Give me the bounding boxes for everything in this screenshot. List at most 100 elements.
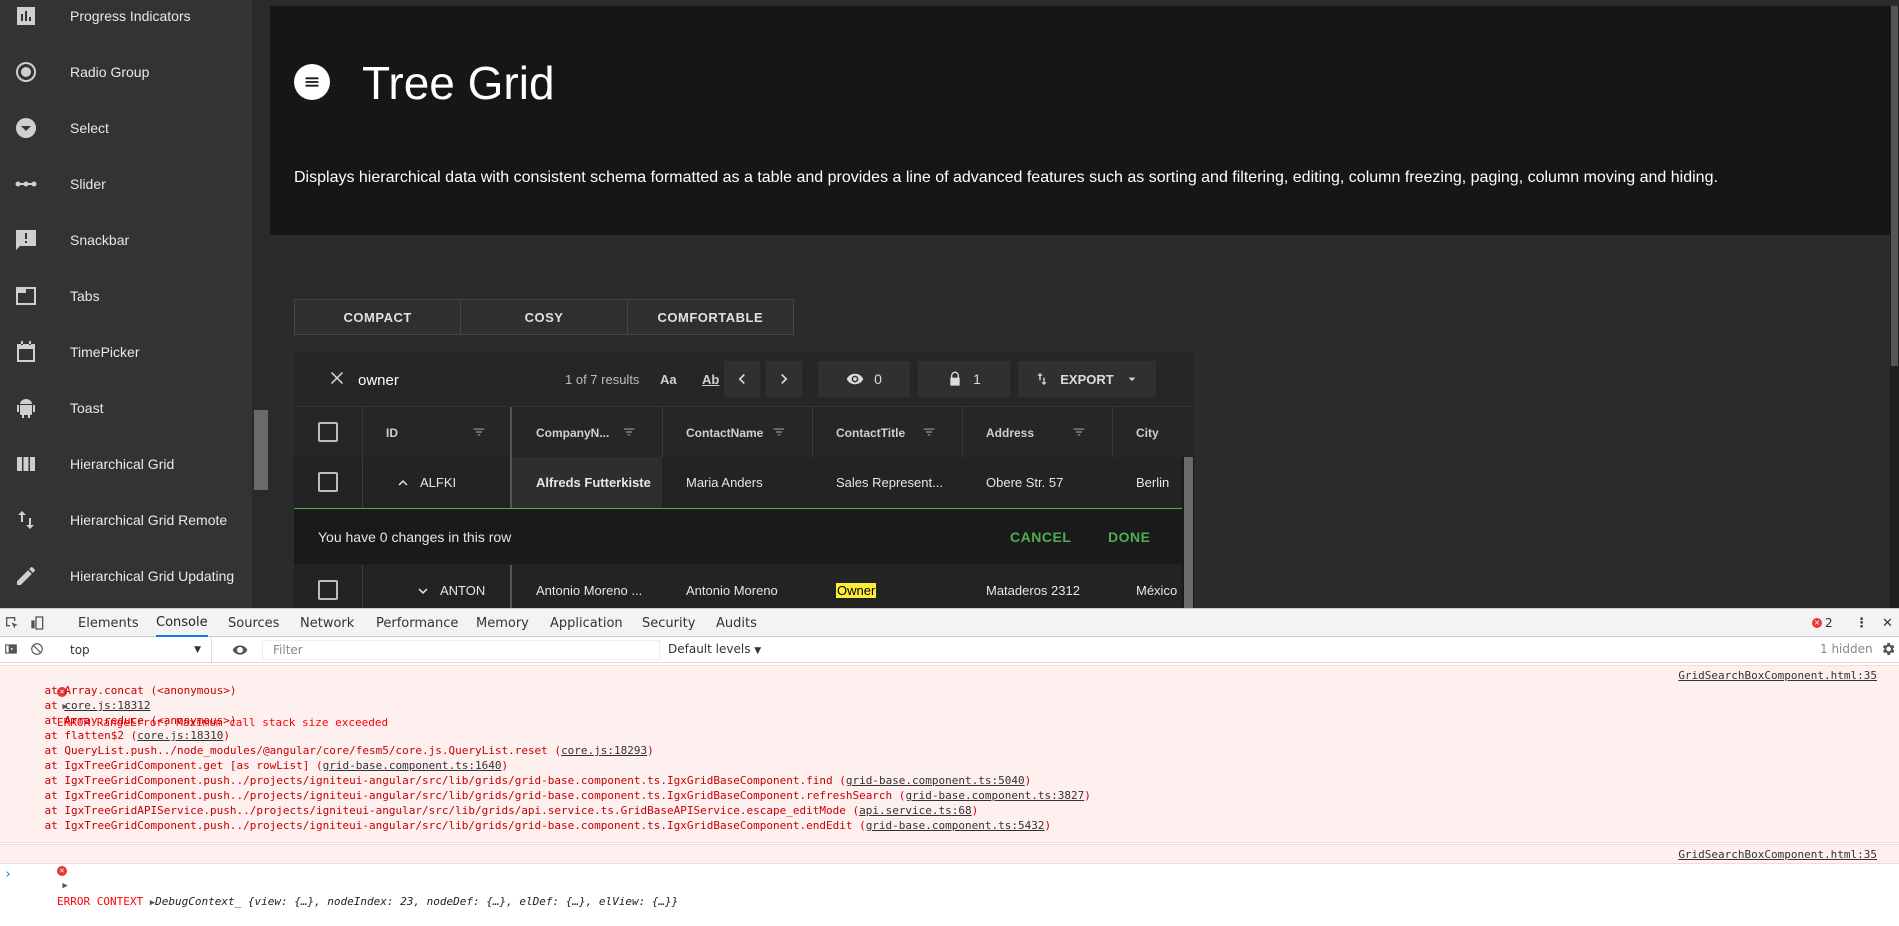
tab-performance[interactable]: Performance (376, 609, 458, 637)
sidebar-item-slider[interactable]: Slider (0, 156, 252, 212)
close-devtools-button[interactable]: ✕ (1882, 609, 1893, 637)
collapse-row-button[interactable] (394, 457, 412, 508)
tab-network[interactable]: Network (300, 609, 354, 637)
table-row[interactable]: ANTON Antonio Moreno ... Antonio Moreno … (294, 565, 1182, 608)
cell-address[interactable]: Obere Str. 57 (986, 457, 1063, 508)
sidebar-scrollbar[interactable] (252, 0, 270, 608)
cell-address[interactable]: Mataderos 2312 (986, 565, 1080, 608)
cell-id[interactable]: ALFKI (420, 457, 456, 508)
lock-icon (950, 371, 960, 386)
cell-company-name-editing[interactable]: Alfreds Futterkiste (512, 457, 662, 508)
stack-link[interactable]: core.js:18310 (137, 729, 223, 742)
density-cosy-button[interactable]: COSY (461, 300, 628, 334)
menu-button[interactable] (294, 64, 330, 100)
filter-icon[interactable] (472, 425, 486, 439)
filter-icon[interactable] (1072, 425, 1086, 439)
filter-icon[interactable] (622, 425, 636, 439)
cell-contact-title[interactable]: Sales Represent... (836, 457, 943, 508)
clear-console-icon[interactable] (30, 642, 44, 659)
error-context-line[interactable]: × ▶ ERROR CONTEXT ▶DebugContext_ {view: … (4, 847, 1899, 908)
cell-id[interactable]: ANTON (440, 565, 485, 608)
next-result-button[interactable] (766, 361, 802, 397)
sidebar-item-select[interactable]: Select (0, 100, 252, 156)
sidebar-item-toast[interactable]: Toast (0, 380, 252, 436)
stack-link[interactable]: grid-base.component.ts:1640 (323, 759, 502, 772)
sidebar-item-hierarchical-grid-updating[interactable]: Hierarchical Grid Updating (0, 548, 252, 604)
console-filter-input[interactable]: Filter (262, 640, 660, 660)
cell-contact-name[interactable]: Antonio Moreno (686, 565, 778, 608)
context-select[interactable]: top ▼ (58, 637, 212, 662)
devtools-panel: Elements Console Sources Network Perform… (0, 608, 1899, 908)
error-source-link[interactable]: GridSearchBoxComponent.html:35 (1678, 848, 1877, 861)
log-levels-dropdown[interactable]: Default levels ▼ (668, 642, 761, 656)
sidebar-item-snackbar[interactable]: Snackbar (0, 212, 252, 268)
exact-match-toggle[interactable]: Ab (702, 372, 719, 387)
sidebar-item-timepicker[interactable]: TimePicker (0, 324, 252, 380)
clear-search-button[interactable] (328, 369, 346, 387)
feedback-icon (0, 228, 70, 252)
debug-context-object[interactable]: DebugContext_ {view: {…}, nodeIndex: 23,… (155, 895, 678, 908)
cancel-button[interactable]: CANCEL (1010, 529, 1071, 545)
page-scrollbar[interactable] (1890, 6, 1899, 608)
tab-memory[interactable]: Memory (476, 609, 529, 637)
sidebar-item-hierarchical-grid[interactable]: Hierarchical Grid (0, 436, 252, 492)
search-input[interactable]: owner (358, 372, 399, 389)
hiding-button[interactable]: 0 (818, 361, 910, 397)
tab-elements[interactable]: Elements (78, 609, 139, 637)
export-button[interactable]: EXPORT (1018, 361, 1156, 397)
grid-scrollbar[interactable] (1182, 457, 1194, 608)
grid-scroll-thumb[interactable] (1184, 457, 1193, 608)
console-settings-icon[interactable] (1880, 641, 1896, 660)
row-checkbox[interactable] (318, 472, 338, 492)
expand-row-button[interactable] (414, 565, 432, 608)
console-output: × ▶ ERROR RangeError: Maximum call stack… (0, 663, 1899, 908)
sidebar-item-progress-indicators[interactable]: Progress Indicators (0, 0, 252, 44)
filter-icon[interactable] (772, 425, 786, 439)
sidebar-item-tabs[interactable]: Tabs (0, 268, 252, 324)
hidden-messages-count: 1 hidden (1820, 642, 1873, 656)
tab-console[interactable]: Console (156, 609, 208, 637)
more-options-icon[interactable]: ⋮ (1855, 609, 1868, 637)
cell-city[interactable]: Berlin (1136, 457, 1169, 508)
cell-contact-title[interactable]: Owner (836, 565, 877, 608)
error-title-line[interactable]: × ▶ ERROR RangeError: Maximum call stack… (4, 668, 1899, 729)
live-expression-icon[interactable] (232, 642, 248, 661)
inspect-icon (6, 617, 18, 629)
cell-contact-name[interactable]: Maria Anders (686, 457, 763, 508)
density-comfortable-button[interactable]: COMFORTABLE (628, 300, 793, 334)
tab-security[interactable]: Security (642, 609, 695, 637)
density-compact-button[interactable]: COMPACT (295, 300, 462, 334)
stack-link[interactable]: core.js:18312 (64, 699, 150, 712)
header-city[interactable]: City (1136, 407, 1186, 458)
case-sensitive-toggle[interactable]: Aa (660, 372, 677, 387)
cell-city[interactable]: México (1136, 565, 1177, 608)
error-counter[interactable]: × 2 (1812, 609, 1833, 637)
console-prompt[interactable]: › (4, 867, 12, 882)
select-all-checkbox[interactable] (318, 422, 338, 442)
sidebar-item-hierarchical-grid-remote[interactable]: Hierarchical Grid Remote (0, 492, 252, 548)
stack-link[interactable]: grid-base.component.ts:5432 (866, 819, 1045, 832)
cell-company-name[interactable]: Antonio Moreno ... (536, 565, 642, 608)
sidebar-item-radio-group[interactable]: Radio Group (0, 44, 252, 100)
stack-link[interactable]: grid-base.component.ts:5040 (846, 774, 1025, 787)
inspect-element-button[interactable] (4, 609, 20, 637)
stack-link[interactable]: grid-base.component.ts:3827 (905, 789, 1084, 802)
row-checkbox[interactable] (318, 580, 338, 600)
expand-triangle-icon[interactable]: ▶ (57, 881, 67, 891)
stack-link[interactable]: core.js:18293 (561, 744, 647, 757)
tab-audits[interactable]: Audits (716, 609, 757, 637)
page-scroll-thumb[interactable] (1891, 6, 1898, 366)
device-toolbar-button[interactable] (30, 609, 46, 637)
sidebar-scroll-thumb[interactable] (254, 410, 268, 490)
tab-application[interactable]: Application (550, 609, 623, 637)
tab-sources[interactable]: Sources (228, 609, 279, 637)
stack-link[interactable]: api.service.ts:68 (859, 804, 972, 817)
sidebar-toggle-icon[interactable] (4, 642, 18, 659)
done-button[interactable]: DONE (1108, 529, 1150, 545)
header-label: Address (986, 425, 1035, 440)
pinning-button[interactable]: 1 (918, 361, 1010, 397)
filter-icon[interactable] (922, 425, 936, 439)
previous-result-button[interactable] (724, 361, 760, 397)
table-row[interactable]: ALFKI Alfreds Futterkiste Maria Anders S… (294, 457, 1182, 508)
error-source-link[interactable]: GridSearchBoxComponent.html:35 (1678, 669, 1877, 682)
